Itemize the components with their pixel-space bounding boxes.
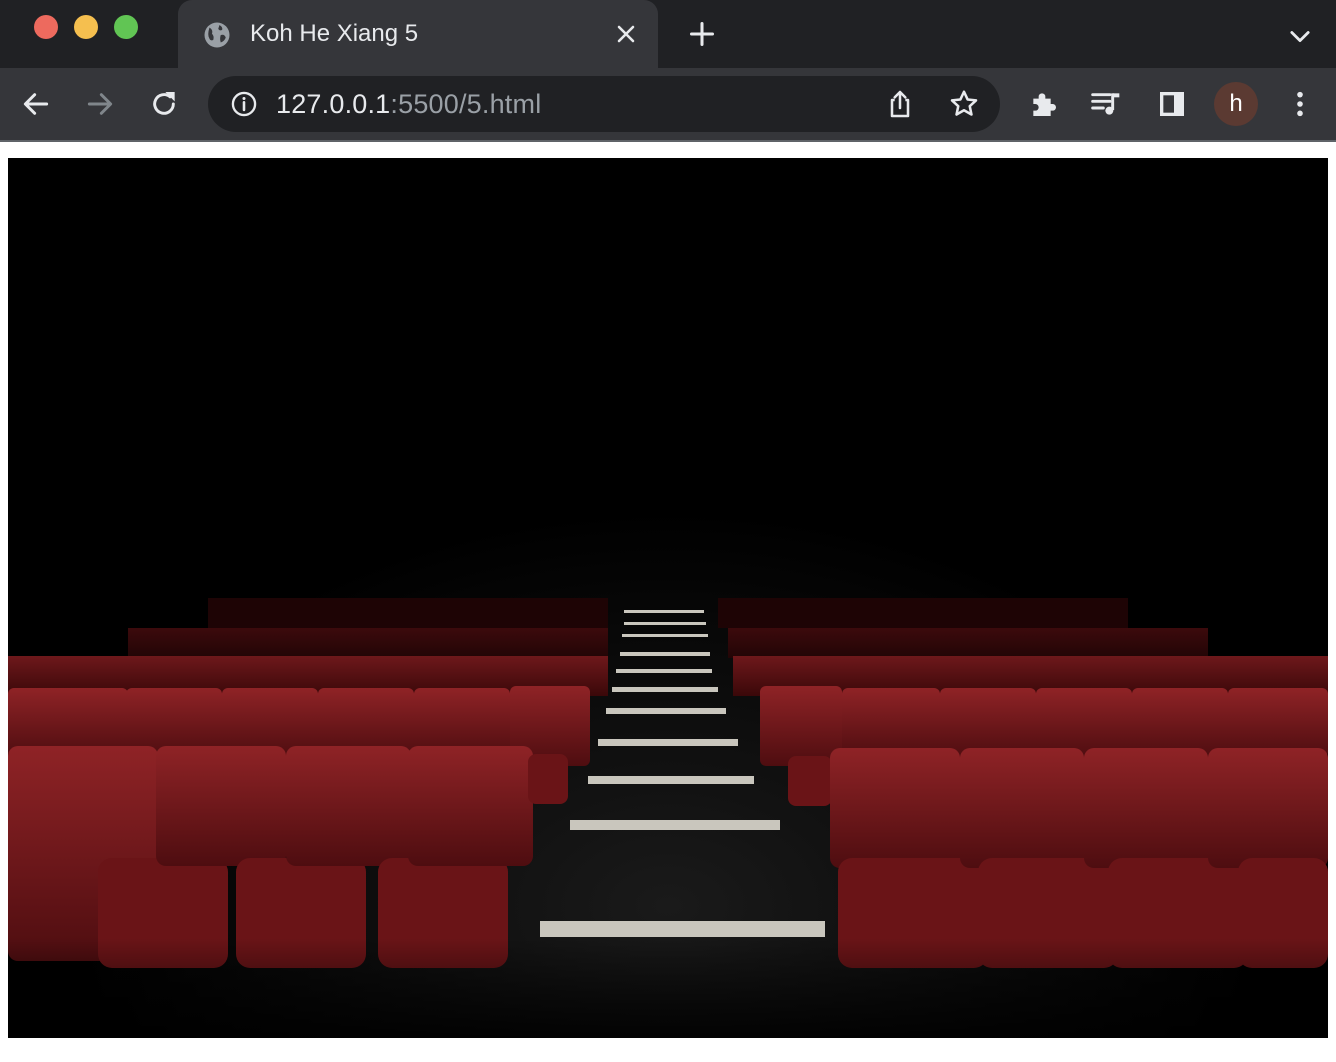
chevron-down-icon[interactable] [1286,22,1314,50]
reload-icon[interactable] [148,88,180,120]
puzzle-icon[interactable] [1028,88,1060,120]
info-icon[interactable] [230,90,258,118]
share-icon[interactable] [884,88,916,120]
plus-icon[interactable] [688,20,716,48]
queue-music-icon[interactable] [1090,88,1122,120]
page-content [0,142,1336,1062]
url-path: :5500/5.html [390,89,542,119]
profile-avatar[interactable]: h [1214,82,1258,126]
url-host: 127.0.0.1 [276,89,391,119]
arrow-right-icon[interactable] [84,88,116,120]
globe-icon [204,22,230,48]
side-panel-icon[interactable] [1156,88,1188,120]
toolbar: 127.0.0.1:5500/5.html h [0,68,1336,140]
arrow-left-icon[interactable] [20,88,52,120]
browser-window: Koh He Xiang 5 127.0.0.1:5500/5.html h [0,0,1336,1062]
star-icon[interactable] [948,88,980,120]
window-close-button[interactable] [34,15,58,39]
more-vert-icon[interactable] [1284,88,1316,120]
tab-active[interactable]: Koh He Xiang 5 [178,0,658,68]
window-zoom-button[interactable] [114,15,138,39]
tab-title: Koh He Xiang 5 [250,20,419,47]
close-icon[interactable] [614,22,638,46]
omnibox[interactable]: 127.0.0.1:5500/5.html [208,76,1000,132]
url-text[interactable]: 127.0.0.1:5500/5.html [276,89,541,119]
cinema-seats-image [8,158,1328,1038]
window-minimize-button[interactable] [74,15,98,39]
hero-image [8,158,1328,1038]
tab-strip: Koh He Xiang 5 [0,0,1336,68]
